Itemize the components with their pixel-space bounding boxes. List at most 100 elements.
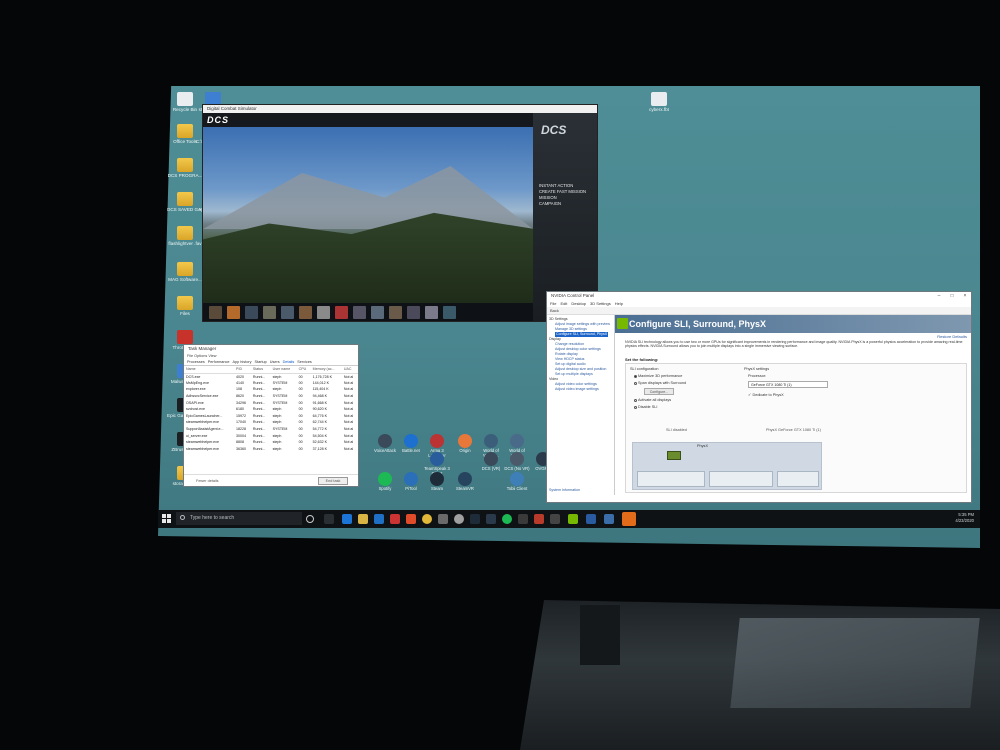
app-icon[interactable] bbox=[438, 514, 448, 524]
tab-performance[interactable]: Performance bbox=[208, 360, 230, 364]
cortana-icon[interactable] bbox=[306, 515, 314, 523]
processor-dropdown[interactable]: GeForce GTX 1080 Ti (1) bbox=[748, 381, 828, 388]
nvidia-control-panel-window[interactable]: NVIDIA Control Panel – □ × File Edit Deskt… bbox=[546, 291, 972, 503]
table-row[interactable]: OSAPI.exe 34296 Runni... SYSTEM 00 91,668 K No… bbox=[184, 399, 358, 406]
game-shortcut[interactable]: DCS (No VR) bbox=[504, 452, 530, 472]
table-row[interactable]: svchost.exe 6180 Runni... steph 00 90,620 K No… bbox=[184, 406, 358, 413]
game-shortcut[interactable]: DCS (VR) bbox=[478, 452, 504, 472]
module-thumb[interactable] bbox=[335, 306, 348, 319]
module-thumb[interactable] bbox=[353, 306, 366, 319]
task-manager-window[interactable]: Task Manager File Options View Processes… bbox=[183, 344, 359, 487]
table-row[interactable]: SupportAssistAgent.e... 18228 Runni... SYST… bbox=[184, 426, 358, 433]
module-thumb[interactable] bbox=[389, 306, 402, 319]
tab-users[interactable]: Users bbox=[270, 360, 280, 364]
module-thumb[interactable] bbox=[263, 306, 276, 319]
restore-defaults-link[interactable]: Restore Defaults bbox=[937, 334, 967, 339]
column-header[interactable]: Name bbox=[184, 366, 235, 374]
app-icon[interactable] bbox=[454, 514, 464, 524]
edge-icon[interactable] bbox=[342, 514, 352, 524]
tab-startup[interactable]: Startup bbox=[254, 360, 266, 364]
table-row[interactable]: MsMpEng.exe 4140 Runni... SYSTEM 00 144,012 K… bbox=[184, 380, 358, 387]
desktop-icon[interactable]: Files bbox=[167, 296, 203, 316]
tab-services[interactable]: Services bbox=[297, 360, 312, 364]
dcs-game-window[interactable]: Digital Combat Simulator DCS DCS INSTANT… bbox=[202, 104, 598, 322]
column-header[interactable]: PID bbox=[234, 366, 251, 374]
module-thumb[interactable] bbox=[443, 306, 456, 319]
steam-icon[interactable] bbox=[470, 514, 480, 524]
module-thumb[interactable] bbox=[425, 306, 438, 319]
module-thumb[interactable] bbox=[317, 306, 330, 319]
column-header[interactable]: Memory (ac... bbox=[310, 366, 342, 374]
back-button[interactable]: Back bbox=[550, 308, 559, 313]
table-row[interactable]: steamwebhelper.exe 17040 Runni... steph 00 62… bbox=[184, 419, 358, 426]
tab-processes[interactable]: Processes bbox=[187, 360, 205, 364]
dedicate-physx-checkbox[interactable]: ✓ Dedicate to PhysX bbox=[748, 392, 784, 397]
close-icon[interactable]: × bbox=[959, 292, 971, 300]
table-row[interactable]: explorer.exe 108 Runni... steph 00 115,404 K N… bbox=[184, 386, 358, 393]
column-header[interactable]: Status bbox=[250, 366, 271, 374]
option-span-surround[interactable]: Span displays with Surround bbox=[634, 381, 686, 385]
menu-item[interactable]: Desktop bbox=[571, 301, 586, 306]
option-activate-all[interactable]: Activate all displays bbox=[634, 398, 671, 402]
module-thumb[interactable] bbox=[245, 306, 258, 319]
game-shortcut[interactable]: Battle.net bbox=[398, 434, 424, 454]
module-thumb[interactable] bbox=[209, 306, 222, 319]
table-row[interactable]: AdhssvcService.exe 8620 Runni... SYSTEM 00 94… bbox=[184, 393, 358, 400]
maximize-icon[interactable]: □ bbox=[946, 292, 958, 300]
app-icon[interactable] bbox=[390, 514, 400, 524]
game-shortcut[interactable]: Steam bbox=[424, 472, 450, 492]
module-thumb[interactable] bbox=[299, 306, 312, 319]
nvidia-taskbar-icon[interactable] bbox=[568, 514, 578, 524]
app-icon[interactable] bbox=[486, 514, 496, 524]
app-icon[interactable] bbox=[406, 514, 416, 524]
game-shortcut[interactable]: VoiceAttack bbox=[372, 434, 398, 454]
configure-button[interactable]: Configure... bbox=[644, 388, 674, 395]
task-view-icon[interactable] bbox=[324, 514, 334, 524]
game-shortcut[interactable]: Spotify bbox=[372, 472, 398, 492]
app-icon[interactable] bbox=[534, 514, 544, 524]
game-shortcut[interactable]: PiTool bbox=[398, 472, 424, 492]
tab-details[interactable]: Details bbox=[283, 360, 295, 364]
game-shortcut[interactable]: Tobii Client bbox=[504, 472, 530, 492]
end-task-button[interactable]: End task bbox=[318, 477, 348, 485]
app-icon[interactable] bbox=[518, 514, 528, 524]
column-header[interactable]: CPU bbox=[296, 366, 311, 374]
system-information-link[interactable]: System Information bbox=[549, 488, 580, 493]
windows-start-icon[interactable] bbox=[162, 514, 171, 523]
menu-item[interactable]: 3D Settings bbox=[590, 301, 611, 306]
module-thumb[interactable] bbox=[371, 306, 384, 319]
tree-item[interactable]: Adjust video image settings bbox=[549, 387, 612, 392]
menu-item[interactable]: File bbox=[550, 301, 556, 306]
column-header[interactable]: UAC bbox=[341, 366, 358, 374]
module-thumb[interactable] bbox=[281, 306, 294, 319]
app-icon[interactable] bbox=[550, 514, 560, 524]
fewer-details-link[interactable]: Fewer details bbox=[196, 479, 219, 483]
desktop-icon[interactable]: MAG Software... bbox=[167, 262, 203, 282]
table-row[interactable]: steamwebhelper.exe 8808 Runni... steph 00 52,… bbox=[184, 439, 358, 446]
dcs-taskbar-icon[interactable] bbox=[622, 512, 636, 526]
minimize-icon[interactable]: – bbox=[933, 292, 945, 300]
menu-item[interactable]: Help bbox=[615, 301, 623, 306]
chrome-icon[interactable] bbox=[422, 514, 432, 524]
option-maximize-3d[interactable]: Maximize 3D performance bbox=[634, 374, 682, 378]
system-tray-clock[interactable]: 5:35 PM 4/23/2020 bbox=[955, 512, 974, 523]
option-disable-sli[interactable]: Disable SLI bbox=[634, 405, 657, 409]
menu-campaign[interactable]: CAMPAIGN bbox=[539, 201, 586, 207]
module-thumb[interactable] bbox=[227, 306, 240, 319]
column-header[interactable]: User name bbox=[270, 366, 297, 374]
menu-item[interactable]: Edit bbox=[560, 301, 567, 306]
game-shortcut[interactable]: Origin bbox=[452, 434, 478, 454]
store-icon[interactable] bbox=[374, 514, 384, 524]
app-icon[interactable] bbox=[604, 514, 614, 524]
tab-app-history[interactable]: App history bbox=[232, 360, 251, 364]
module-thumb[interactable] bbox=[407, 306, 420, 319]
desktop-file-icon[interactable]: cyberx.fbt bbox=[641, 92, 677, 112]
taskbar-search-input[interactable]: Type here to search bbox=[176, 512, 302, 525]
app-icon[interactable] bbox=[586, 514, 596, 524]
spotify-icon[interactable] bbox=[502, 514, 512, 524]
file-explorer-icon[interactable] bbox=[358, 514, 368, 524]
table-row[interactable]: DCS.exe 4020 Runni... steph 00 1,176,728 K Not… bbox=[184, 373, 358, 380]
table-row[interactable]: ui_server.exe 30004 Runni... steph 00 54,504 … bbox=[184, 432, 358, 439]
table-row[interactable]: EpicGamesLauncher... 15972 Runni... steph 00… bbox=[184, 413, 358, 420]
game-shortcut[interactable]: SteamVR bbox=[452, 472, 478, 492]
